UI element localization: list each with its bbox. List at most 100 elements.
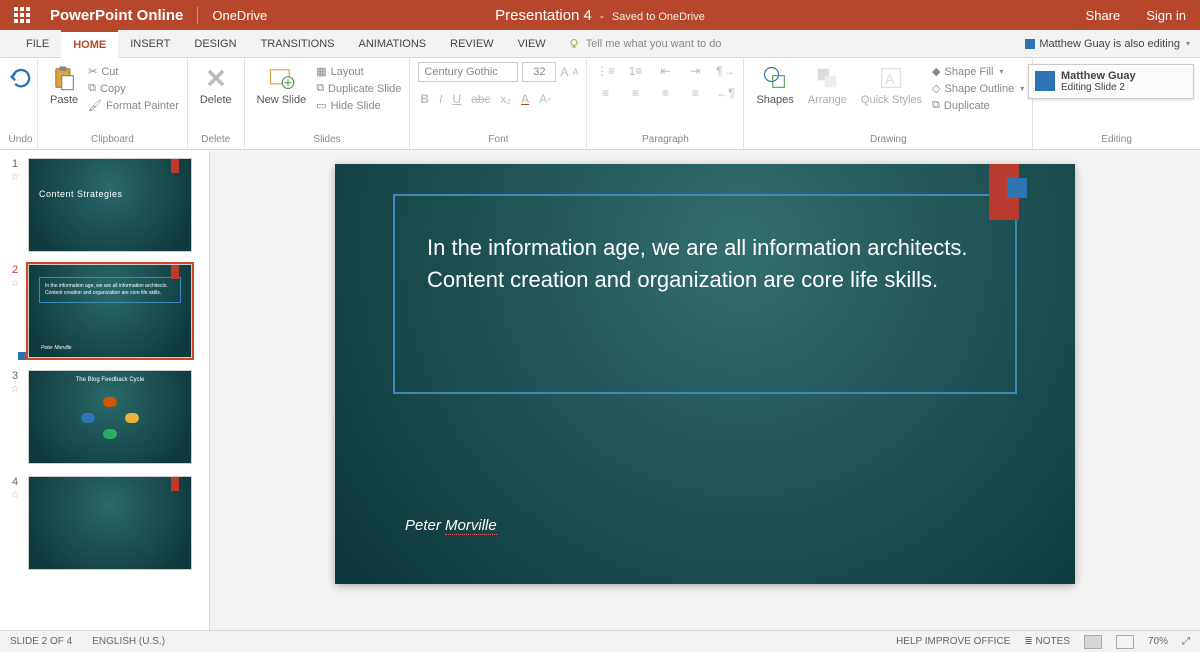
shape-outline-button[interactable]: ◇Shape Outline▾ (932, 81, 1024, 96)
attribution-text-box[interactable]: Peter Morville (405, 517, 497, 534)
tab-insert[interactable]: INSERT (118, 30, 182, 58)
shrink-font-icon[interactable]: A (572, 67, 578, 77)
normal-view-button[interactable] (1084, 635, 1102, 649)
svg-text:A: A (886, 71, 896, 87)
quote-text[interactable]: In the information age, we are all infor… (427, 232, 983, 296)
clear-format-button[interactable]: A◦ (539, 92, 551, 106)
coauthor-popup[interactable]: Matthew GuayEditing Slide 2 (1028, 64, 1194, 99)
save-status: Saved to OneDrive (612, 11, 705, 23)
ribbon: Undo Paste ✂Cut ⧉Copy 🖌Format Painter Cl… (0, 58, 1200, 150)
fit-to-window-button[interactable]: ⤢ (1182, 636, 1190, 647)
slide-thumbnail-2[interactable]: In the information age, we are all infor… (28, 264, 192, 358)
group-label-drawing: Drawing (870, 132, 907, 149)
arrange-button[interactable]: Arrange (804, 62, 851, 108)
strike-button[interactable]: abc (471, 92, 490, 106)
slideshow-view-button[interactable] (1116, 635, 1134, 649)
scissors-icon: ✂ (88, 65, 97, 78)
animation-star-icon: ☆ (11, 384, 20, 395)
language-button[interactable]: ENGLISH (U.S.) (92, 636, 165, 647)
undo-icon (7, 64, 35, 92)
tell-me-search[interactable]: Tell me what you want to do (568, 38, 722, 50)
justify-button[interactable]: ≡ (692, 86, 699, 100)
group-label-paragraph: Paragraph (642, 132, 689, 149)
copy-button[interactable]: ⧉Copy (88, 81, 179, 96)
ltr-button[interactable]: ¶→ (716, 64, 734, 78)
font-name-input[interactable] (418, 62, 518, 82)
brush-icon: 🖌 (88, 99, 102, 112)
indent-inc-button[interactable]: ⇥ (690, 64, 700, 78)
duplicate-slide-button[interactable]: ⧉Duplicate Slide (316, 81, 401, 96)
slide-canvas[interactable]: In the information age, we are all infor… (335, 164, 1075, 584)
slide-thumbnail-3[interactable]: The Blog Feedback Cycle (28, 370, 192, 464)
hide-icon: ▭ (316, 99, 326, 112)
underline-button[interactable]: U (452, 92, 461, 106)
tab-design[interactable]: DESIGN (182, 30, 248, 58)
align-left-button[interactable]: ≡ (602, 86, 609, 100)
slide-counter[interactable]: SLIDE 2 OF 4 (10, 636, 72, 647)
hide-slide-button[interactable]: ▭Hide Slide (316, 98, 401, 113)
onedrive-link[interactable]: OneDrive (198, 8, 267, 23)
rtl-button[interactable]: ←¶ (716, 86, 734, 100)
paste-button[interactable]: Paste (46, 62, 82, 108)
coauthor-badge[interactable]: Matthew Guay is also editing▾ (1025, 38, 1200, 50)
group-label-slides: Slides (313, 132, 340, 149)
group-label-font: Font (488, 132, 508, 149)
tab-home[interactable]: HOME (61, 30, 118, 58)
signin-button[interactable]: Sign in (1146, 8, 1186, 23)
animation-star-icon: ☆ (11, 490, 20, 501)
app-launcher-icon[interactable] (14, 7, 30, 23)
thumb-number: 2 (12, 264, 18, 276)
new-slide-icon (267, 64, 295, 92)
highlight-button[interactable]: x₂ (500, 92, 511, 106)
slide-thumbnail-panel[interactable]: 1 ☆ Content Strategies 2 ☆ In the informat… (0, 150, 210, 630)
lightbulb-icon (568, 38, 580, 50)
duplicate-icon: ⧉ (932, 99, 940, 112)
outline-icon: ◇ (932, 82, 940, 95)
align-right-button[interactable]: ≡ (662, 86, 669, 100)
indent-dec-button[interactable]: ⇤ (660, 64, 670, 78)
quote-text-box[interactable]: In the information age, we are all infor… (393, 194, 1017, 394)
font-size-input[interactable] (522, 62, 556, 82)
shape-fill-button[interactable]: ◆Shape Fill▾ (932, 64, 1024, 79)
tab-review[interactable]: REVIEW (438, 30, 505, 58)
delete-button[interactable]: Delete (196, 62, 236, 108)
share-button[interactable]: Share (1086, 8, 1121, 23)
quick-styles-icon: A (877, 64, 905, 92)
tab-file[interactable]: FILE (14, 30, 61, 58)
new-slide-button[interactable]: New Slide (253, 62, 311, 108)
slide-canvas-area[interactable]: In the information age, we are all infor… (210, 150, 1200, 630)
arrange-icon (813, 64, 841, 92)
numbering-button[interactable]: 1≡ (629, 64, 643, 78)
notes-button[interactable]: ≣ NOTES (1024, 636, 1070, 647)
coauthor-cursor-icon (1007, 178, 1027, 198)
quick-styles-button[interactable]: AQuick Styles (857, 62, 926, 108)
bold-button[interactable]: B (420, 92, 429, 106)
layout-icon: ▦ (316, 65, 326, 78)
tab-view[interactable]: VIEW (506, 30, 558, 58)
font-color-button[interactable]: A (521, 92, 529, 106)
tab-transitions[interactable]: TRANSITIONS (249, 30, 347, 58)
layout-button[interactable]: ▦Layout (316, 64, 401, 79)
grow-font-icon[interactable]: A (560, 65, 568, 79)
delete-icon (202, 64, 230, 92)
slide-thumbnail-1[interactable]: Content Strategies (28, 158, 192, 252)
shapes-button[interactable]: Shapes (752, 62, 797, 108)
cut-button[interactable]: ✂Cut (88, 64, 179, 79)
bullets-button[interactable]: ⋮≡ (596, 64, 615, 78)
status-bar: SLIDE 2 OF 4 ENGLISH (U.S.) HELP IMPROVE… (0, 630, 1200, 652)
slide-thumbnail-4[interactable] (28, 476, 192, 570)
undo-button[interactable] (3, 62, 39, 94)
align-center-button[interactable]: ≡ (632, 86, 639, 100)
help-improve-link[interactable]: HELP IMPROVE OFFICE (896, 636, 1010, 647)
duplicate-shape-button[interactable]: ⧉Duplicate (932, 98, 1024, 113)
format-painter-button[interactable]: 🖌Format Painter (88, 98, 179, 113)
coauthor-status: Editing Slide 2 (1061, 82, 1125, 93)
italic-button[interactable]: I (439, 92, 442, 106)
file-name[interactable]: Presentation 4 (495, 7, 592, 24)
animation-star-icon: ☆ (11, 278, 20, 289)
thumb-number: 1 (12, 158, 18, 170)
tab-animations[interactable]: ANIMATIONS (347, 30, 439, 58)
zoom-level[interactable]: 70% (1148, 636, 1168, 647)
thumb-number: 3 (12, 370, 18, 382)
presence-square-icon (1035, 71, 1055, 91)
